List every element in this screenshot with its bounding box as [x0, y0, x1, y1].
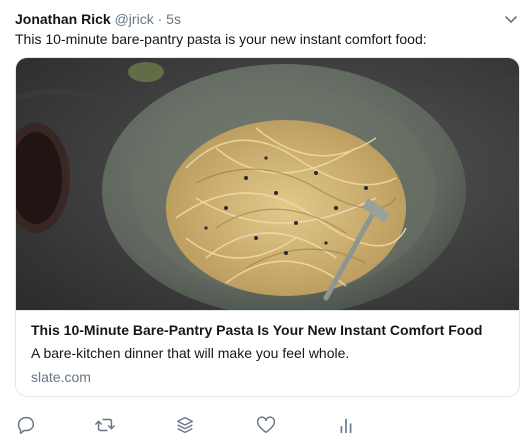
- chevron-down-icon[interactable]: [503, 11, 519, 27]
- author-handle[interactable]: @jrick: [115, 11, 154, 27]
- stack-icon[interactable]: [174, 414, 196, 436]
- reply-icon[interactable]: [15, 414, 37, 436]
- card-title[interactable]: This 10-Minute Bare-Pantry Pasta Is Your…: [31, 322, 482, 338]
- card-image[interactable]: [16, 58, 519, 316]
- separator-dot: ·: [157, 11, 163, 27]
- card-domain: slate.com: [31, 369, 91, 385]
- card-body[interactable]: This 10-Minute Bare-Pantry Pasta Is Your…: [16, 310, 519, 396]
- analytics-icon[interactable]: [335, 414, 357, 436]
- tweet[interactable]: Jonathan Rick @jrick · 5s This 10-minute…: [0, 0, 529, 442]
- link-card[interactable]: This 10-Minute Bare-Pantry Pasta Is Your…: [15, 57, 520, 397]
- tweet-timestamp[interactable]: 5s: [166, 11, 181, 27]
- tweet-text: This 10-minute bare-pantry pasta is your…: [15, 31, 427, 47]
- retweet-icon[interactable]: [94, 414, 116, 436]
- author-name[interactable]: Jonathan Rick: [15, 11, 111, 27]
- tweet-actions: [0, 414, 529, 438]
- like-icon[interactable]: [255, 414, 277, 436]
- tweet-header: Jonathan Rick @jrick · 5s: [15, 10, 181, 28]
- card-description: A bare-kitchen dinner that will make you…: [31, 345, 350, 361]
